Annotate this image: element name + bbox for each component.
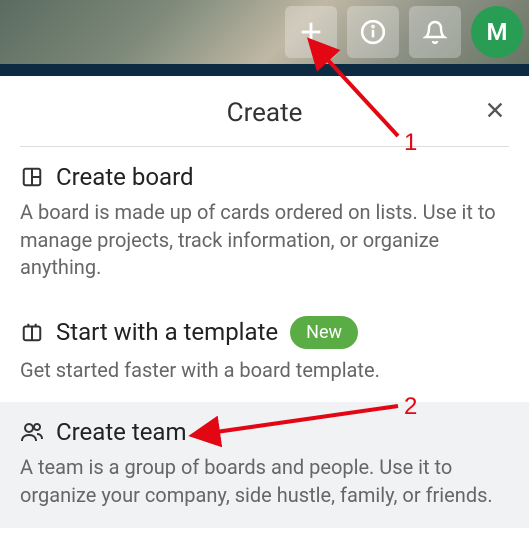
avatar[interactable]: M	[471, 6, 523, 58]
notifications-button[interactable]	[409, 6, 461, 58]
info-button[interactable]	[347, 6, 399, 58]
item-title: Start with a template	[56, 318, 278, 346]
item-row: Start with a template New	[20, 316, 509, 349]
menu-title: Create	[227, 98, 303, 128]
item-row: Create board	[20, 163, 509, 191]
bell-icon	[423, 20, 447, 44]
plus-icon	[297, 18, 325, 46]
menu-item-create-team[interactable]: Create team A team is a group of boards …	[0, 402, 529, 527]
topbar: M	[0, 0, 529, 64]
item-desc: A board is made up of cards ordered on l…	[20, 199, 509, 282]
new-badge: New	[290, 316, 358, 349]
menu-item-create-board[interactable]: Create board A board is made up of cards…	[0, 147, 529, 300]
avatar-initial: M	[487, 18, 508, 46]
close-button[interactable]	[479, 94, 511, 126]
info-icon	[360, 19, 386, 45]
template-icon	[20, 320, 44, 344]
item-desc: A team is a group of boards and people. …	[20, 454, 509, 509]
team-icon	[20, 420, 44, 444]
item-title: Create board	[56, 163, 194, 191]
menu-header: Create	[0, 88, 529, 146]
dark-strip	[0, 64, 529, 76]
item-desc: Get started faster with a board template…	[20, 357, 509, 385]
menu-item-start-template[interactable]: Start with a template New Get started fa…	[0, 300, 529, 403]
plus-button[interactable]	[285, 6, 337, 58]
item-title: Create team	[56, 418, 187, 446]
board-icon	[20, 165, 44, 189]
item-row: Create team	[20, 418, 509, 446]
close-icon	[484, 99, 506, 121]
create-menu: Create Create board A board is made up o…	[0, 76, 529, 540]
